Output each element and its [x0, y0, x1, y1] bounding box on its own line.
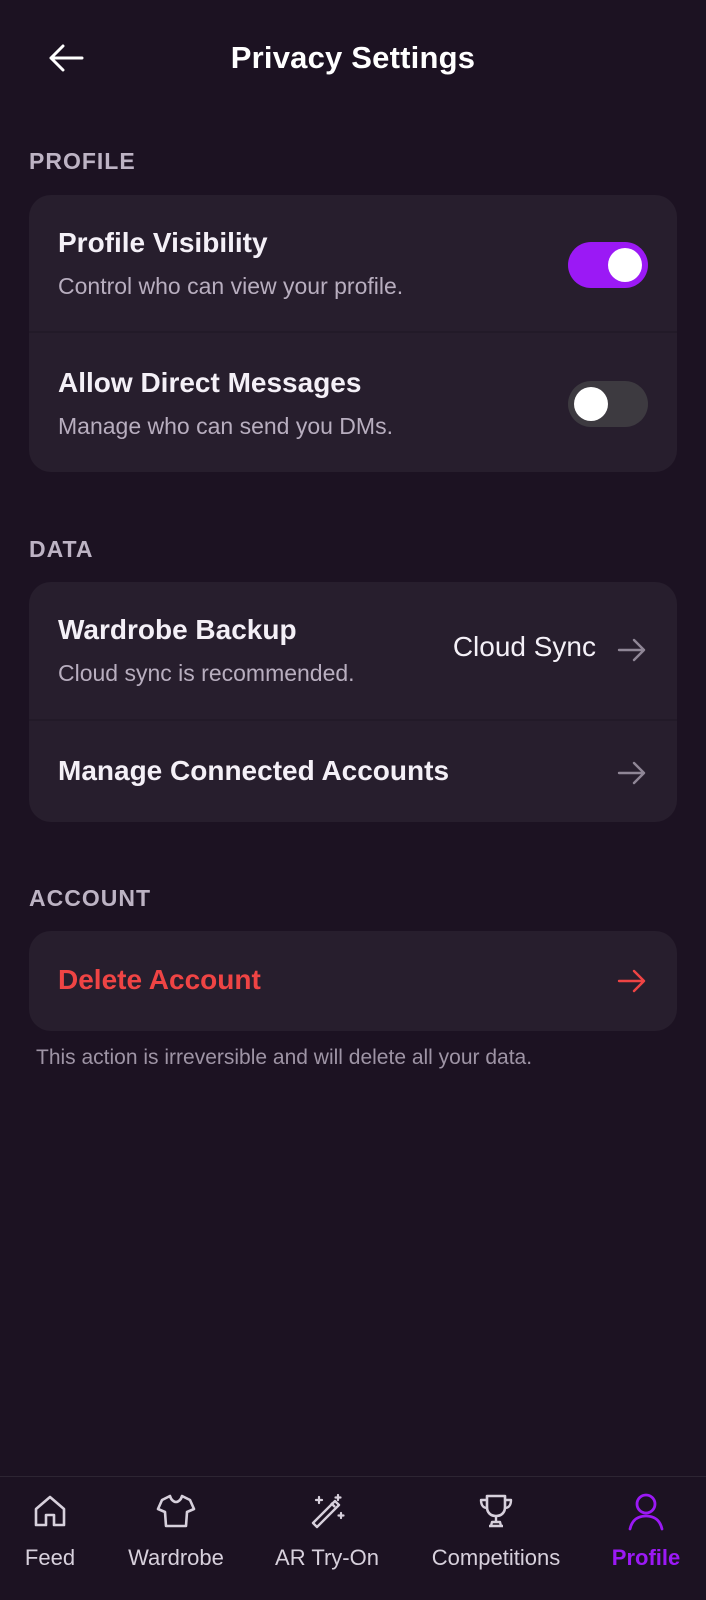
- wardrobe-backup-row[interactable]: Wardrobe Backup Cloud sync is recommende…: [29, 582, 677, 719]
- nav-item-ar-try-on[interactable]: AR Try-On: [262, 1477, 392, 1600]
- profile-visibility-title: Profile Visibility: [58, 227, 268, 258]
- arrow-right-icon: [617, 969, 646, 993]
- direct-messages-subtitle: Manage who can send you DMs.: [58, 413, 393, 439]
- direct-messages-row[interactable]: Allow Direct Messages Manage who can sen…: [29, 331, 677, 470]
- nav-label-ar-try-on: AR Try-On: [275, 1545, 379, 1570]
- arrow-right-icon: [617, 638, 646, 662]
- nav-item-wardrobe[interactable]: Wardrobe: [116, 1477, 236, 1600]
- nav-item-feed[interactable]: Feed: [0, 1477, 100, 1600]
- arrow-right-icon: [617, 761, 646, 785]
- nav-item-competitions[interactable]: Competitions: [418, 1477, 574, 1600]
- section-title-data: DATA: [29, 536, 94, 562]
- nav-item-profile[interactable]: Profile: [596, 1477, 696, 1600]
- section-title-account: ACCOUNT: [29, 885, 151, 911]
- direct-messages-title: Allow Direct Messages: [58, 367, 362, 398]
- nav-label-feed: Feed: [24, 1545, 76, 1570]
- privacy-settings-screen: Privacy Settings PROFILE Profile Visibil…: [0, 0, 706, 1600]
- connected-accounts-row[interactable]: Manage Connected Accounts: [29, 719, 677, 822]
- bottom-nav: Feed Wardrobe AR Try-On Competitions Pro…: [0, 1476, 706, 1600]
- shirt-icon: [156, 1494, 196, 1528]
- connected-accounts-title: Manage Connected Accounts: [58, 755, 450, 786]
- profile-visibility-toggle[interactable]: [568, 242, 648, 288]
- delete-account-title: Delete Account: [58, 964, 261, 995]
- nav-label-profile: Profile: [611, 1545, 681, 1570]
- nav-label-wardrobe: Wardrobe: [128, 1545, 224, 1570]
- profile-visibility-row[interactable]: Profile Visibility Control who can view …: [29, 195, 677, 331]
- direct-messages-toggle[interactable]: [568, 381, 648, 427]
- profile-card: Profile Visibility Control who can view …: [29, 195, 677, 472]
- page-title: Privacy Settings: [230, 40, 476, 75]
- nav-label-competitions: Competitions: [431, 1545, 561, 1570]
- trophy-icon: [479, 1494, 513, 1528]
- user-icon: [628, 1493, 664, 1531]
- wardrobe-backup-value: Cloud Sync: [452, 631, 596, 662]
- home-icon: [34, 1495, 66, 1527]
- data-card: Wardrobe Backup Cloud sync is recommende…: [29, 582, 677, 822]
- wardrobe-backup-title: Wardrobe Backup: [58, 614, 297, 645]
- delete-account-row[interactable]: Delete Account: [29, 931, 677, 1031]
- account-card: Delete Account: [29, 931, 677, 1031]
- header: Privacy Settings: [0, 0, 706, 116]
- wardrobe-backup-subtitle: Cloud sync is recommended.: [58, 660, 355, 686]
- section-title-profile: PROFILE: [29, 148, 136, 174]
- magic-wand-icon: [311, 1493, 345, 1529]
- toggle-knob: [574, 387, 608, 421]
- delete-account-warning: This action is irreversible and will del…: [36, 1046, 533, 1069]
- toggle-knob: [608, 248, 642, 282]
- profile-visibility-subtitle: Control who can view your profile.: [58, 273, 404, 299]
